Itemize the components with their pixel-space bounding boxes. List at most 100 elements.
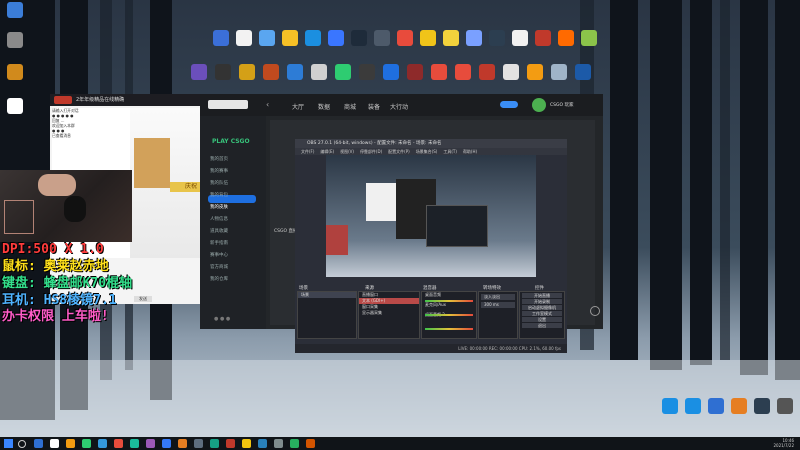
nav-tab[interactable]: 数据 xyxy=(318,102,330,111)
desktop-icon[interactable] xyxy=(282,64,308,80)
sidebar-item[interactable]: 我的背包 xyxy=(210,192,228,198)
app-icon xyxy=(328,30,344,46)
taskbar-app-icon[interactable] xyxy=(50,439,59,448)
obs-menu-item[interactable]: 停靠部件(D) xyxy=(360,149,382,154)
taskbar-app-icon[interactable] xyxy=(178,439,187,448)
desktop-icon[interactable] xyxy=(570,64,596,80)
back-icon[interactable]: ‹ xyxy=(266,100,269,109)
desktop-icon[interactable] xyxy=(2,2,28,18)
desktop-icon[interactable] xyxy=(522,64,548,80)
taskbar-app-icon[interactable] xyxy=(274,439,283,448)
obs-menu-item[interactable]: 配置文件(P) xyxy=(388,149,410,154)
desktop-icon[interactable] xyxy=(330,64,356,80)
desktop-icon[interactable] xyxy=(378,64,404,80)
obs-menu-item[interactable]: 帮助(H) xyxy=(463,149,477,154)
taskbar-app-icon[interactable] xyxy=(34,439,43,448)
taskbar-app-icon[interactable] xyxy=(130,439,139,448)
sidebar-item[interactable]: 赛事中心 xyxy=(210,252,228,258)
scene-item[interactable]: 场景 xyxy=(298,292,356,298)
sidebar-item[interactable]: 我的首页 xyxy=(210,156,228,162)
obs-menu-item[interactable]: 编辑(E) xyxy=(320,149,334,154)
obs-window: OBS 27.0.1 (64-bit, windows) - 配置文件: 未命名… xyxy=(295,139,567,353)
obs-menu-item[interactable]: 视图(V) xyxy=(340,149,354,154)
source-item[interactable]: 显示器采集 xyxy=(359,310,419,316)
mixer-track-label: 麦克风/Aux xyxy=(425,302,446,307)
transition-duration[interactable]: 300 ms xyxy=(481,302,515,308)
taskbar-app-icon[interactable] xyxy=(82,439,91,448)
desktop-icon[interactable] xyxy=(210,64,236,80)
app-icon xyxy=(263,64,279,80)
recycle-bin-icon[interactable] xyxy=(2,32,28,48)
scenes-dock: 场景 xyxy=(297,291,357,339)
taskbar-app-icon[interactable] xyxy=(226,439,235,448)
sidebar-item[interactable]: 我的皮肤 xyxy=(210,204,228,210)
search-icon[interactable] xyxy=(18,440,26,448)
app-icon xyxy=(287,64,303,80)
nav-tab[interactable]: 装备 xyxy=(368,102,380,111)
desktop-icon[interactable] xyxy=(258,64,284,80)
nav-tab[interactable]: 商城 xyxy=(344,102,356,111)
obs-menu-item[interactable]: 工具(T) xyxy=(443,149,457,154)
obs-preview[interactable] xyxy=(326,155,536,277)
chat-title: 2年年级精品在线精确 xyxy=(50,94,220,106)
app-icon xyxy=(335,64,351,80)
taskbar-app-icon[interactable] xyxy=(66,439,75,448)
taskbar-app-icon[interactable] xyxy=(146,439,155,448)
start-streaming-button[interactable]: 开始直播 xyxy=(522,293,562,298)
vip-badge[interactable] xyxy=(500,101,518,108)
taskbar-app-icon[interactable] xyxy=(306,439,315,448)
desktop-icon[interactable] xyxy=(402,64,428,80)
desktop-icon[interactable] xyxy=(2,98,28,114)
exit-button[interactable]: 退出 xyxy=(522,323,562,328)
sidebar-item[interactable]: 人物信息 xyxy=(210,216,228,222)
app-icon xyxy=(213,30,229,46)
nav-tab[interactable]: 大行动 xyxy=(390,102,408,111)
taskbar-app-icon[interactable] xyxy=(290,439,299,448)
controls-dock: 开始直播 开始录制 启动虚拟摄像机 工作室模式 设置 退出 xyxy=(519,291,565,339)
taskbar-app-icon[interactable] xyxy=(98,439,107,448)
desktop-icon[interactable] xyxy=(450,64,476,80)
app-icon xyxy=(407,64,423,80)
desktop-icon[interactable] xyxy=(474,64,500,80)
desktop-icon[interactable] xyxy=(498,64,524,80)
start-button[interactable] xyxy=(4,439,13,448)
taskbar-app-icon[interactable] xyxy=(210,439,219,448)
start-recording-button[interactable]: 开始录制 xyxy=(522,299,562,304)
desktop-icon[interactable] xyxy=(234,64,260,80)
chat-send-button[interactable]: 发送 xyxy=(134,296,152,302)
desktop-icon[interactable] xyxy=(2,64,28,80)
taskbar-app-icon[interactable] xyxy=(258,439,267,448)
tray-icons xyxy=(690,441,750,446)
taskbar-app-icon[interactable] xyxy=(162,439,171,448)
taskbar-app-icon[interactable] xyxy=(242,439,251,448)
clock-date: 2021/7/22 xyxy=(773,443,794,448)
sidebar-item[interactable]: 我的队伍 xyxy=(210,180,228,186)
taskbar-clock[interactable]: 10:46 2021/7/22 xyxy=(773,438,794,448)
taskbar-app-icon[interactable] xyxy=(194,439,203,448)
obs-menu-item[interactable]: 场景集合(S) xyxy=(416,149,438,154)
desktop-icon[interactable] xyxy=(306,64,332,80)
nav-tab[interactable]: 大厅 xyxy=(292,102,304,111)
desktop-icon[interactable] xyxy=(354,64,380,80)
sidebar-item[interactable]: 我的赛事 xyxy=(210,168,228,174)
studio-mode-button[interactable]: 工作室模式 xyxy=(522,311,562,316)
sidebar-item[interactable]: 新手指南 xyxy=(210,240,228,246)
settings-button[interactable]: 设置 xyxy=(522,317,562,322)
sidebar-item[interactable]: 官方商城 xyxy=(210,264,228,270)
desktop-right-icons xyxy=(657,398,797,424)
desktop-icon[interactable] xyxy=(772,398,798,414)
transition-select[interactable]: 淡入淡出 xyxy=(481,294,515,300)
sidebar-item[interactable]: 道具收藏 xyxy=(210,228,228,234)
desktop-icon[interactable] xyxy=(546,64,572,80)
sidebar-item[interactable]: 我的仓库 xyxy=(210,276,228,282)
scroll-icon[interactable] xyxy=(590,306,600,316)
sources-dock: 直播窗口 文本 (GDI+) 窗口采集 显示器采集 xyxy=(358,291,420,339)
virtual-camera-button[interactable]: 启动虚拟摄像机 xyxy=(522,305,562,310)
obs-menu-item[interactable]: 文件(F) xyxy=(301,149,314,154)
taskbar-app-icon[interactable] xyxy=(114,439,123,448)
desktop-icon[interactable] xyxy=(576,30,602,46)
desktop-icon[interactable] xyxy=(186,64,212,80)
user-avatar[interactable] xyxy=(532,98,546,112)
desktop-icon[interactable] xyxy=(426,64,452,80)
overlay-headset: 耳机: HS8棱镜7.1 xyxy=(2,293,117,308)
